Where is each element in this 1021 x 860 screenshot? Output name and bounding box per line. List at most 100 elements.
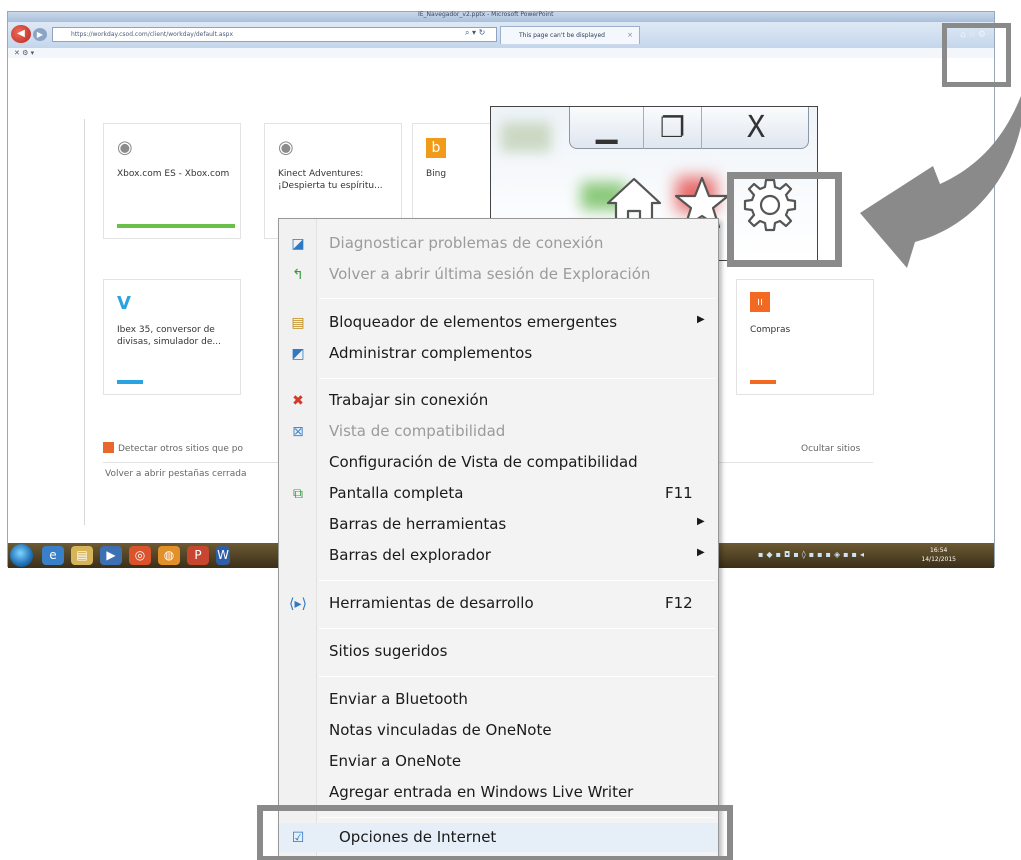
window-titlebar: IE_Navegador_v2.pptx - Microsoft PowerPo… xyxy=(8,11,994,22)
word-taskbar-icon[interactable]: W xyxy=(216,546,230,565)
menu-item-reopen-session[interactable]: ↰ Volver a abrir última sesión de Explor… xyxy=(279,260,718,289)
menu-item-diagnose[interactable]: ◪ Diagnosticar problemas de conexión xyxy=(279,229,718,258)
menu-item-label: Trabajar sin conexión xyxy=(329,391,489,409)
menu-item-label: Enviar a OneNote xyxy=(329,752,462,770)
compat-view-icon: ⊠ xyxy=(292,424,304,440)
menu-item-fullscreen[interactable]: ⧉ Pantalla completa F11 xyxy=(279,479,718,508)
menu-item-label: Volver a abrir última sesión de Explorac… xyxy=(329,265,651,283)
highlight-internet-options xyxy=(257,805,733,860)
menu-item-label: Agregar entrada en Windows Live Writer xyxy=(329,783,634,801)
tile-label: Ibex 35, conversor de divisas, simulador… xyxy=(117,325,221,347)
tile-ibex[interactable]: V Ibex 35, conversor de divisas, simulad… xyxy=(103,279,241,395)
tools-menu: ◪ Diagnosticar problemas de conexión ↰ V… xyxy=(278,218,719,858)
tab-close-icon[interactable]: × xyxy=(627,31,633,39)
menu-item-work-offline[interactable]: ✖ Trabajar sin conexión xyxy=(279,386,718,415)
menu-item-label: Sitios sugeridos xyxy=(329,642,448,660)
start-button[interactable] xyxy=(10,544,33,567)
menu-item-send-onenote[interactable]: Enviar a OneNote xyxy=(279,747,718,776)
shortcut-key: F12 xyxy=(665,594,693,612)
menu-item-onenote-linked[interactable]: Notas vinculadas de OneNote xyxy=(279,716,718,745)
menu-separator xyxy=(319,378,715,379)
detect-sites-link[interactable]: Detectar otros sitios que po xyxy=(103,442,243,454)
menu-item-label: Barras de herramientas xyxy=(329,515,507,533)
tutorial-figure: IE_Navegador_v2.pptx - Microsoft PowerPo… xyxy=(0,0,1021,860)
tile-label: Xbox.com ES - Xbox.com xyxy=(117,169,230,179)
menu-item-label: Pantalla completa xyxy=(329,484,464,502)
tab-title: This page can't be displayed xyxy=(519,32,605,39)
clock-date: 14/12/2015 xyxy=(921,556,956,563)
menu-item-label: Notas vinculadas de OneNote xyxy=(329,721,552,739)
page-divider xyxy=(84,119,85,525)
tile-xbox[interactable]: ◉ Xbox.com ES - Xbox.com xyxy=(103,123,241,239)
menu-item-label: Bloqueador de elementos emergentes xyxy=(329,313,618,331)
minimize-icon: ▁ xyxy=(595,111,618,144)
explorer-taskbar-icon[interactable]: ▤ xyxy=(71,546,93,565)
menu-item-devtools[interactable]: ⟨▸⟩ Herramientas de desarrollo F12 xyxy=(279,589,718,618)
tile-compras[interactable]: ıı Compras xyxy=(736,279,874,395)
submenu-arrow-icon: ▶ xyxy=(697,547,705,558)
xbox-icon: ◉ xyxy=(117,137,133,158)
tile-activity-bar xyxy=(117,224,235,228)
submenu-arrow-icon: ▶ xyxy=(697,314,705,325)
chrome-taskbar-icon[interactable]: ◎ xyxy=(129,546,151,565)
forward-button[interactable]: ▶ xyxy=(33,28,47,41)
menu-item-label: Barras del explorador xyxy=(329,546,491,564)
address-tools[interactable]: ⌕ ▾ ↻ xyxy=(465,28,485,38)
popup-blocker-icon: ▤ xyxy=(291,315,305,331)
menu-item-label: Enviar a Bluetooth xyxy=(329,690,468,708)
app-taskbar-icon[interactable]: ◍ xyxy=(158,546,180,565)
highlight-toolbar-icons xyxy=(942,23,1011,87)
submenu-arrow-icon: ▶ xyxy=(697,516,705,527)
menu-separator xyxy=(319,628,715,629)
menu-separator xyxy=(319,676,715,677)
menu-item-compat-settings[interactable]: Configuración de Vista de compatibilidad xyxy=(279,448,718,477)
back-button[interactable]: ◀ xyxy=(11,25,31,43)
tile-label: Compras xyxy=(750,325,791,335)
command-bar[interactable]: ✕ ⚙ ▾ xyxy=(8,48,994,58)
bing-icon: b xyxy=(426,138,446,158)
menu-item-label: Herramientas de desarrollo xyxy=(329,594,534,612)
shortcut-key: F11 xyxy=(665,484,693,502)
menu-separator xyxy=(319,580,715,581)
tile-activity-bar xyxy=(750,380,776,384)
menu-separator xyxy=(319,298,715,299)
minimize-button[interactable]: ▁ xyxy=(570,107,644,149)
media-taskbar-icon[interactable]: ▶ xyxy=(100,546,122,565)
background-blur xyxy=(501,122,551,152)
menu-item-manage-addons[interactable]: ◩ Administrar complementos xyxy=(279,339,718,368)
callout-arrow xyxy=(860,96,1021,268)
address-bar[interactable]: https://workday.csod.com/client/workday/… xyxy=(52,27,497,42)
menu-item-compat-view[interactable]: ⊠ Vista de compatibilidad xyxy=(279,417,718,446)
clock-time: 16:54 xyxy=(930,547,948,554)
taskbar-clock[interactable]: 16:54 14/12/2015 xyxy=(921,546,956,564)
offline-icon: ✖ xyxy=(292,393,304,409)
powerpoint-taskbar-icon[interactable]: P xyxy=(187,546,209,565)
menu-item-label: Administrar complementos xyxy=(329,344,533,362)
window-controls: ▁ ❐ X xyxy=(569,107,809,149)
reopen-session-icon: ↰ xyxy=(292,267,304,283)
menu-item-send-bluetooth[interactable]: Enviar a Bluetooth xyxy=(279,685,718,714)
menu-item-label: Vista de compatibilidad xyxy=(329,422,506,440)
close-icon: X xyxy=(746,110,766,145)
ie-taskbar-icon[interactable]: e xyxy=(42,546,64,565)
tile-label: Kinect Adventures: ¡Despierta tu espírit… xyxy=(278,169,383,191)
system-tray[interactable]: ▪◆▪◘▪◊▪▪▪◈▪▪◂ xyxy=(758,550,867,559)
window-title: IE_Navegador_v2.pptx - Microsoft PowerPo… xyxy=(418,11,554,18)
tab-current[interactable]: This page can't be displayed × xyxy=(500,26,640,44)
menu-item-explorer-bars[interactable]: Barras del explorador ▶ xyxy=(279,541,718,570)
menu-item-suggested-sites[interactable]: Sitios sugeridos xyxy=(279,637,718,666)
tile-activity-bar xyxy=(117,380,143,384)
menu-item-live-writer[interactable]: Agregar entrada en Windows Live Writer xyxy=(279,778,718,807)
hide-sites-link[interactable]: Ocultar sitios xyxy=(801,444,860,454)
menu-item-toolbars[interactable]: Barras de herramientas ▶ xyxy=(279,510,718,539)
highlight-gear-icon xyxy=(727,172,842,267)
fullscreen-icon: ⧉ xyxy=(293,486,303,502)
reopen-closed-tabs-link[interactable]: Volver a abrir pestañas cerrada xyxy=(105,469,246,479)
navigation-bar: ◀ ▶ https://workday.csod.com/client/work… xyxy=(8,22,994,48)
close-button[interactable]: X xyxy=(702,107,810,149)
sites-icon xyxy=(103,442,114,453)
maximize-button[interactable]: ❐ xyxy=(644,107,702,149)
restore-icon: ❐ xyxy=(659,111,686,144)
menu-item-popup-blocker[interactable]: ▤ Bloqueador de elementos emergentes ▶ xyxy=(279,308,718,337)
devtools-icon: ⟨▸⟩ xyxy=(289,596,307,612)
